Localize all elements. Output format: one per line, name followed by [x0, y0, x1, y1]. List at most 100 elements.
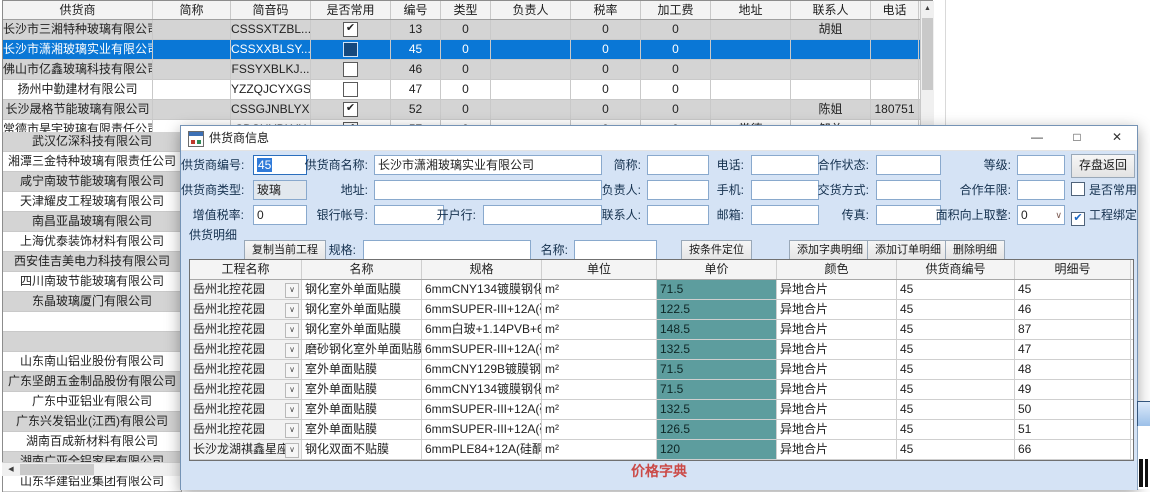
list-item[interactable]: 广东中亚铝业有限公司 [3, 392, 181, 412]
column-header: 工程名称 [190, 260, 302, 279]
list-item[interactable] [3, 332, 181, 352]
grade-input[interactable] [1017, 155, 1065, 175]
list-item[interactable]: 南昌亚晶玻璃有限公司 [3, 212, 181, 232]
project-combo[interactable]: 岳州北控花园∨ [190, 360, 302, 379]
common-checkbox[interactable] [343, 82, 358, 97]
list-item[interactable]: 广东兴发铝业(江西)有限公司 [3, 412, 181, 432]
item-name-cell: 钢化双面不贴膜 [302, 440, 422, 459]
color-cell: 异地合片 [777, 420, 897, 439]
column-header: 是否常用 [311, 1, 391, 19]
column-header: 地址 [711, 1, 791, 19]
project-bind-checkbox[interactable]: 工程绑定 [1071, 205, 1137, 225]
phone-label: 电话: [691, 155, 744, 175]
list-item[interactable]: 天津耀皮工程玻璃有限公司 [3, 192, 181, 212]
common-checkbox[interactable] [343, 42, 358, 57]
common-flag-cell [311, 40, 391, 59]
list-item[interactable]: 武汉亿深科技有限公司 [3, 132, 181, 152]
manager-cell [491, 20, 571, 39]
list-item[interactable]: 四川南玻节能玻璃有限公司 [3, 272, 181, 292]
vat-rate-input[interactable]: 0 [253, 205, 307, 225]
dialog-titlebar[interactable]: 供货商信息 — □ ✕ [181, 126, 1137, 151]
price-detail-grid: 工程名称名称规格单位单价颜色供货商编号明细号 岳州北控花园∨钢化室外单面贴膜6m… [189, 259, 1134, 461]
table-row[interactable]: 佛山市亿鑫玻璃科技有限公司FSSYXBLKJ...46000 [3, 60, 932, 80]
color-cell: 异地合片 [777, 280, 897, 299]
list-item[interactable]: 山东南山铝业股份有限公司 [3, 352, 181, 372]
list-item[interactable]: 广东坚朗五金制品股份有限公司 [3, 372, 181, 392]
tax-rate-cell: 0 [571, 100, 641, 119]
column-header: 电话 [871, 1, 919, 19]
table-row[interactable]: 长沙市潇湘玻璃实业有限公司CSSXXBLSY...45000 [3, 40, 932, 60]
minimize-button[interactable]: — [1017, 126, 1057, 149]
supplier-name-input[interactable]: 长沙市潇湘玻璃实业有限公司 [374, 155, 602, 175]
common-checkbox[interactable] [343, 22, 358, 37]
table-row[interactable]: 长沙晟格节能玻璃有限公司CSSGJNBLYXGS52000陈姐180751 [3, 100, 932, 120]
supplier-list: 武汉亿深科技有限公司湘潭三金特种玻璃有限责任公司咸宁南玻节能玻璃有限公司天津耀皮… [2, 132, 182, 492]
unit-price-cell: 132.5 [657, 340, 777, 359]
column-header: 简称 [153, 1, 231, 19]
project-combo[interactable]: 岳州北控花园∨ [190, 400, 302, 419]
pinyin-code-cell: CSSGJNBLYXGS [231, 100, 311, 119]
detail-row[interactable]: 岳州北控花园∨钢化室外单面贴膜6mmSUPER-III+12A(硅...m²12… [190, 300, 1133, 320]
area-round-up-select[interactable]: 0∨ [1017, 205, 1065, 225]
tax-rate-cell: 0 [571, 80, 641, 99]
horizontal-scrollbar[interactable]: ◀ [2, 462, 180, 476]
table-row[interactable]: 扬州中勤建材有限公司YZZQJCYXGS47000 [3, 80, 932, 100]
column-header: 单价 [657, 260, 777, 279]
list-item[interactable]: 上海优泰装饰材料有限公司 [3, 232, 181, 252]
supplier-id-input[interactable]: 45 [253, 155, 307, 175]
project-combo[interactable]: 岳州北控花园∨ [190, 300, 302, 319]
detail-row[interactable]: 长沙龙湖祺鑫星座∨钢化双面不贴膜6mmPLE84+12A(硅酮胶...m²120… [190, 440, 1133, 460]
detail-grid-header: 工程名称名称规格单位单价颜色供货商编号明细号 [190, 260, 1133, 280]
project-combo[interactable]: 岳州北控花园∨ [190, 420, 302, 439]
id-cell: 13 [391, 20, 441, 39]
supplier-type-input[interactable]: 玻璃 [253, 180, 307, 200]
detail-row[interactable]: 岳州北控花园∨室外单面贴膜6mmSUPER-III+12A(硅...m²132.… [190, 400, 1133, 420]
common-checkbox[interactable] [343, 62, 358, 77]
list-item[interactable]: 西安佳吉美电力科技有限公司 [3, 252, 181, 272]
maximize-button[interactable]: □ [1057, 126, 1097, 149]
project-combo[interactable]: 岳州北控花园∨ [190, 380, 302, 399]
column-header: 颜色 [777, 260, 897, 279]
pinyin-code-cell: FSSYXBLKJ... [231, 60, 311, 79]
save-return-button[interactable]: 存盘返回 [1071, 154, 1135, 178]
name-search-input[interactable] [574, 240, 657, 260]
spec-search-input[interactable] [363, 240, 531, 260]
column-header: 类型 [441, 1, 491, 19]
list-item[interactable]: 湖南百成新材料有限公司 [3, 432, 181, 452]
scrollbar-thumb[interactable] [20, 464, 94, 475]
vertical-scrollbar[interactable]: ▲ [920, 1, 934, 126]
column-header: 编号 [391, 1, 441, 19]
grade-label: 等级: [916, 155, 1011, 175]
chevron-down-icon: ∨ [285, 443, 299, 458]
detail-row[interactable]: 岳州北控花园∨室外单面贴膜6mmSUPER-III+12A(硅...m²126.… [190, 420, 1133, 440]
list-item[interactable] [3, 312, 181, 332]
column-header: 加工费 [641, 1, 711, 19]
coop-years-input[interactable] [1017, 180, 1065, 200]
detail-row[interactable]: 岳州北控花园∨磨砂钢化室外单面贴膜6mmSUPER-III+12A(硅...m²… [190, 340, 1133, 360]
list-item[interactable]: 湘潭三金特种玻璃有限责任公司 [3, 152, 181, 172]
common-checkbox[interactable] [343, 102, 358, 117]
project-combo[interactable]: 岳州北控花园∨ [190, 340, 302, 359]
detail-row[interactable]: 岳州北控花园∨钢化室外单面贴膜6mm白玻+1.14PVB+6mm...m²148… [190, 320, 1133, 340]
project-combo[interactable]: 岳州北控花园∨ [190, 280, 302, 299]
scroll-up-icon[interactable]: ▲ [921, 1, 934, 16]
name-search-label: 名称: [534, 240, 568, 260]
scroll-left-icon[interactable]: ◀ [4, 463, 18, 476]
scrollbar-thumb[interactable] [922, 18, 933, 90]
project-combo[interactable]: 岳州北控花园∨ [190, 320, 302, 339]
unit-cell: m² [542, 280, 657, 299]
table-row[interactable]: 长沙市三湘特种玻璃有限公司CSSSXTZBL...13000胡姐 [3, 20, 932, 40]
detail-row[interactable]: 岳州北控花园∨室外单面贴膜6mmCNY134镀膜钢化m²71.5异地合片4549 [190, 380, 1133, 400]
detail-row[interactable]: 岳州北控花园∨钢化室外单面贴膜6mmCNY134镀膜钢化m²71.5异地合片45… [190, 280, 1133, 300]
unit-price-cell: 120 [657, 440, 777, 459]
address-input[interactable] [374, 180, 602, 200]
selected-text: 45 [257, 158, 272, 172]
is-common-checkbox[interactable]: 是否常用 [1071, 180, 1137, 200]
list-item[interactable]: 咸宁南玻节能玻璃有限公司 [3, 172, 181, 192]
project-combo[interactable]: 长沙龙湖祺鑫星座∨ [190, 440, 302, 459]
detail-row[interactable]: 岳州北控花园∨室外单面贴膜6mmCNY129B镀膜钢化m²71.5异地合片454… [190, 360, 1133, 380]
column-header: 供货商编号 [897, 260, 1015, 279]
list-item[interactable]: 东晶玻璃厦门有限公司 [3, 292, 181, 312]
close-button[interactable]: ✕ [1097, 126, 1137, 149]
pinyin-code-cell: CSSSXTZBL... [231, 20, 311, 39]
